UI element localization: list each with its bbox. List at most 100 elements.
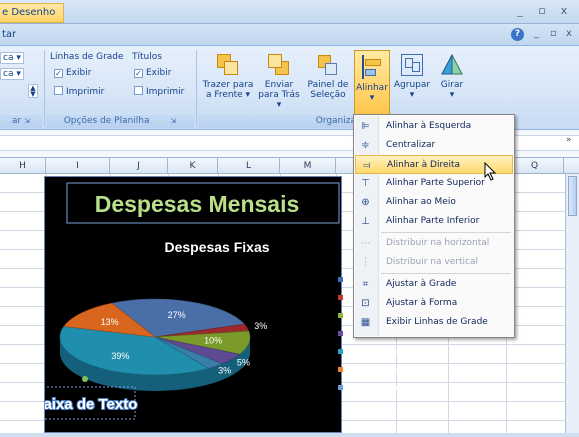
separator [196, 50, 197, 126]
button-label: Painel de [307, 80, 349, 90]
grade-imprimir-checkbox[interactable]: Imprimir [54, 86, 104, 97]
unchecked-icon [134, 86, 143, 95]
button-label: Trazer para [202, 80, 254, 90]
titulos-exibir-checkbox[interactable]: ✓ Exibir [134, 68, 171, 78]
slice-label: 10% [204, 336, 222, 346]
grade-exibir-label: Exibir [66, 68, 92, 78]
scroll-thumb[interactable] [568, 176, 577, 216]
snap-grid-icon: ⌗ [362, 279, 369, 290]
menu-item-label: Ajustar à Grade [386, 279, 457, 289]
titulos-imprimir-label: Imprimir [146, 87, 185, 97]
ribbon-minimize-button[interactable]: _ [534, 28, 539, 39]
grade-exibir-checkbox[interactable]: ✓ Exibir [54, 68, 91, 78]
send-backward-icon [266, 52, 292, 78]
column-header[interactable]: I [46, 158, 110, 174]
menu-item-label: Alinhar Parte Superior [386, 178, 485, 188]
left-group-footer: ar [12, 116, 22, 126]
column-header[interactable]: M [280, 158, 336, 174]
button-label: Agrupar [393, 80, 431, 90]
column-header[interactable]: K [168, 158, 218, 174]
legend-swatch [338, 367, 343, 372]
menu-item-label: Distribuir na horizontal [386, 238, 490, 248]
align-right-icon: ⫤ [362, 160, 371, 171]
girar-button[interactable]: Girar ▾ [434, 48, 470, 112]
menu-item-label: Ajustar à Forma [386, 298, 458, 308]
menu-item-label: Exibir Linhas de Grade [386, 317, 488, 327]
selection-pane-icon [315, 52, 341, 78]
button-label: para Trás ▾ [258, 90, 300, 110]
legend-swatch [338, 313, 343, 318]
alinhar-button[interactable]: Alinhar ▾ [354, 50, 390, 116]
align-center-icon: ≑ [361, 140, 370, 151]
column-header[interactable]: H [0, 158, 46, 174]
left-dropdown-2[interactable]: ca ▾ [0, 68, 24, 80]
organizar-group-label: Organiza [198, 115, 358, 128]
ribbon-restore-button[interactable]: ▫ [550, 28, 557, 39]
enviar-tras-button[interactable]: Enviar para Trás ▾ [256, 48, 302, 112]
titulos-header: Títulos [132, 52, 162, 62]
left-group-label: ar ⇲ [0, 115, 42, 128]
button-label: ▾ [369, 93, 375, 103]
slice-label: 13% [101, 317, 119, 327]
ribbon-close-button[interactable]: x [566, 28, 572, 39]
slice-label: 3% [254, 321, 267, 331]
ribbon-tab-row: tar ? _ ▫ x [0, 24, 579, 46]
menu-item-distribute-vertical: ⋮ Distribuir na vertical [355, 253, 513, 272]
menu-item-align-bottom[interactable]: ⊥ Alinhar Parte Inferior [355, 212, 513, 231]
pie-slices: 27% 3% 10% 5% 3% 39% 13% [59, 298, 267, 391]
menu-item-snap-grid[interactable]: ⌗ Ajustar à Grade [355, 275, 513, 294]
column-header[interactable]: L [218, 158, 280, 174]
menu-item-gridlines[interactable]: ▦ Exibir Linhas de Grade [355, 313, 513, 332]
minimize-button[interactable]: _ [512, 4, 528, 18]
chart-subtitle: Despesas Fixas [164, 239, 269, 255]
restore-button[interactable]: ▫ [534, 4, 550, 18]
painel-selecao-button[interactable]: Painel de Seleção [304, 48, 352, 112]
launcher-icon[interactable]: ⇲ [24, 117, 30, 125]
menu-item-label: Alinhar ao Meio [386, 197, 456, 207]
menu-item-align-center[interactable]: ≑ Centralizar [355, 136, 513, 155]
vertical-scrollbar[interactable] [565, 174, 579, 433]
help-icon[interactable]: ? [511, 28, 524, 41]
titulos-imprimir-checkbox[interactable]: Imprimir [134, 86, 184, 97]
align-dropdown-menu: ⊫ Alinhar à Esquerda ≑ Centralizar ⫤ Alinhar … [353, 114, 515, 338]
rotate-handle [82, 376, 88, 382]
spinner[interactable]: ▲ ▼ [28, 84, 38, 98]
menu-separator [381, 232, 511, 233]
align-icon [359, 55, 385, 81]
slice-label: 27% [168, 310, 186, 320]
button-label: Seleção [310, 90, 346, 100]
button-label: Enviar [264, 80, 294, 90]
button-label: a Frente ▾ [205, 90, 251, 100]
snap-shape-icon: ⊡ [361, 298, 370, 309]
expand-icon[interactable]: » [566, 135, 572, 145]
tab-label[interactable]: tar [2, 29, 16, 40]
legend-swatch [338, 277, 343, 282]
slice-label: 3% [218, 366, 231, 376]
opcoes-label: Opções de Planilha [63, 116, 150, 126]
column-header[interactable]: J [110, 158, 168, 174]
align-left-icon: ⊫ [361, 121, 370, 132]
menu-item-snap-shape[interactable]: ⊡ Ajustar à Forma [355, 294, 513, 313]
menu-item-align-left[interactable]: ⊫ Alinhar à Esquerda [355, 117, 513, 136]
trazer-frente-button[interactable]: Trazer para a Frente ▾ [202, 48, 254, 112]
menu-item-label: Centralizar [386, 140, 436, 150]
pie-chart[interactable]: Despesas Mensais Despesas Fixas 27% 3% 10%… [32, 176, 421, 433]
legend-swatch [338, 295, 343, 300]
grade-header: Linhas de Grade [50, 52, 124, 62]
button-label: Girar [440, 80, 464, 90]
menu-item-label: Alinhar à Direita [387, 160, 461, 170]
unchecked-icon [54, 86, 63, 95]
rotate-icon [439, 52, 465, 78]
separator [44, 50, 45, 126]
legend-label: Á [346, 275, 353, 285]
legend-label: Supermercado [346, 383, 410, 393]
legend-swatch [338, 385, 343, 390]
left-dropdown-1[interactable]: ca ▾ [0, 52, 24, 64]
menu-item-align-middle[interactable]: ⊕ Alinhar ao Meio [355, 193, 513, 212]
close-button[interactable]: x [556, 4, 572, 18]
distribute-vertical-icon: ⋮ [360, 257, 371, 268]
launcher-icon[interactable]: ⇲ [170, 117, 176, 125]
agrupar-button[interactable]: Agrupar ▾ [392, 48, 432, 112]
slice-label: 5% [237, 358, 250, 368]
slice-label: 39% [111, 351, 129, 361]
